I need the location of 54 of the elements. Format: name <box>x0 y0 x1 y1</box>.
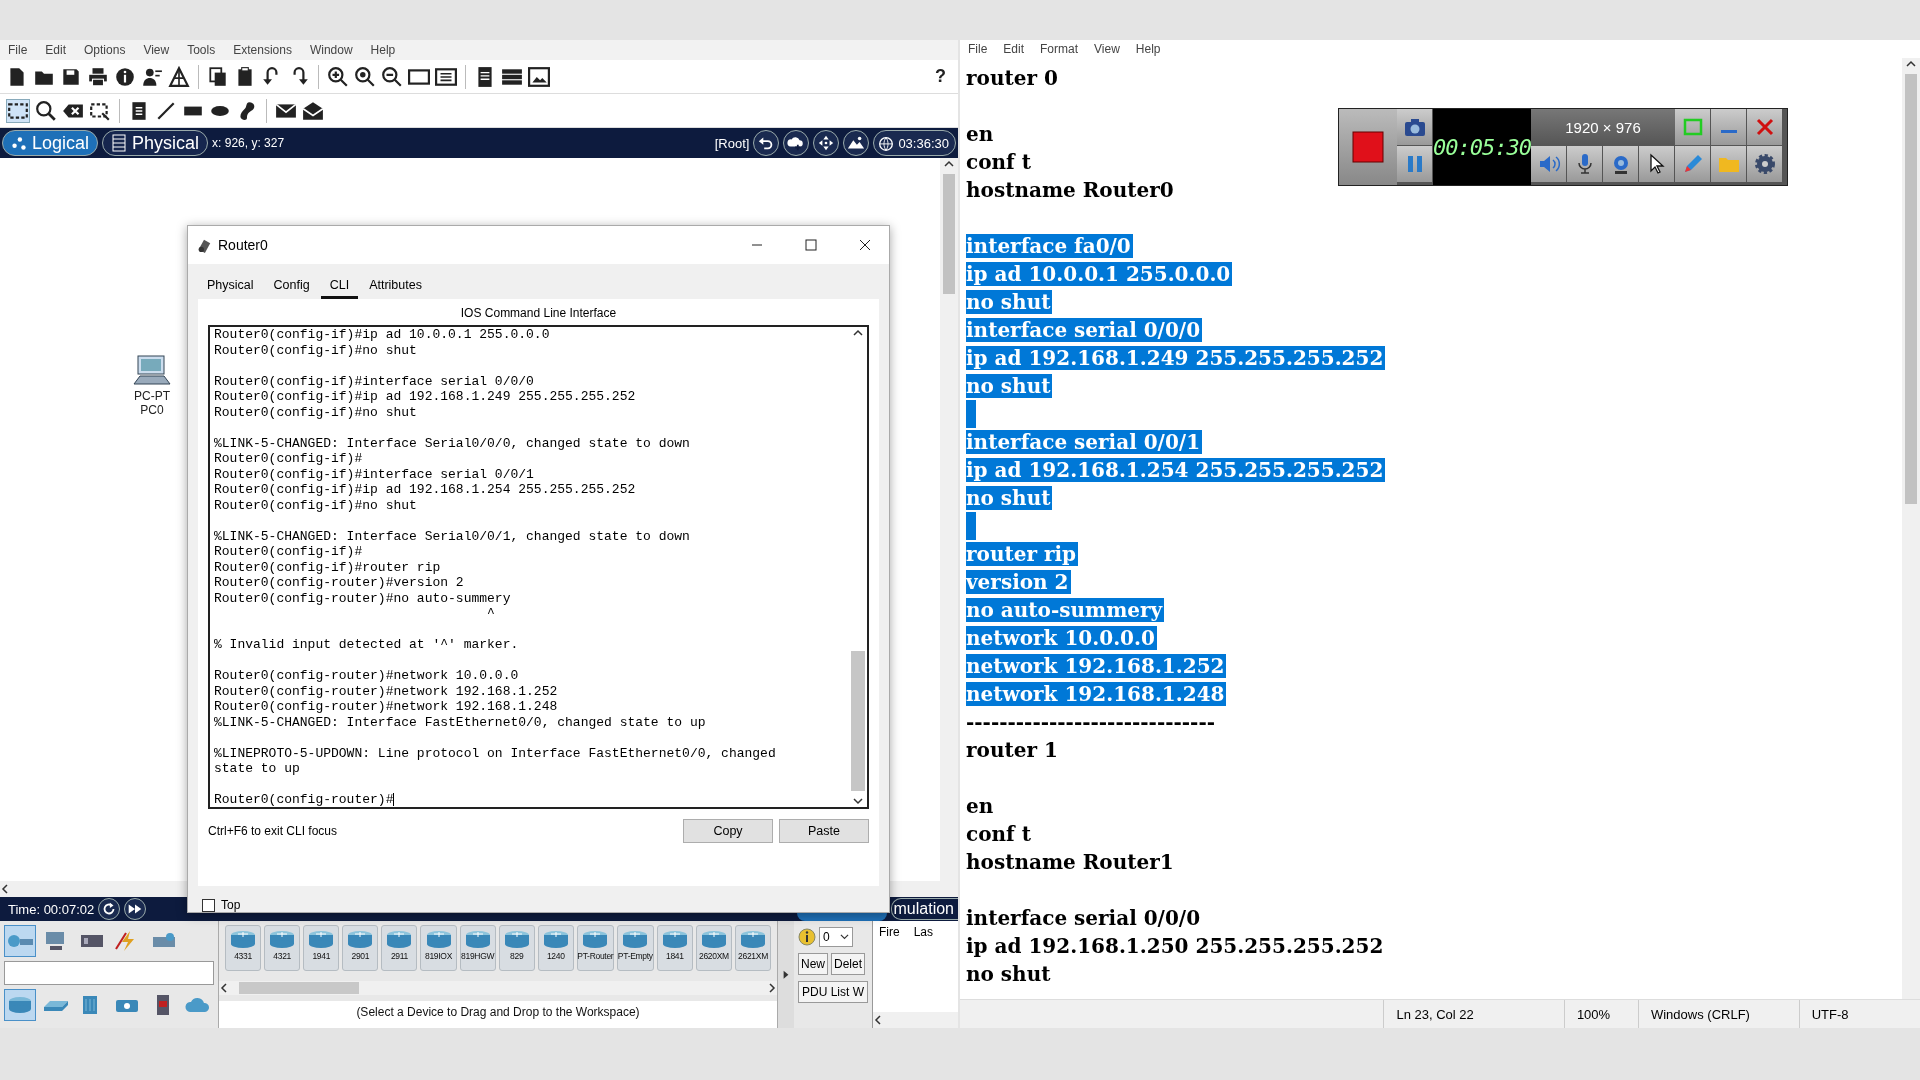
root-label: [Root] <box>714 135 750 151</box>
text-line: interface serial 0/0/0 <box>966 906 1202 930</box>
text-line: router 0 <box>966 66 1059 90</box>
terminal-line: Router0(config-router)#network 192.168.1.248 <box>214 699 559 715</box>
text-line: conf t <box>966 822 1032 846</box>
text-line: no shut <box>966 962 1052 986</box>
terminal-line: Router0(config-if)#ip ad 192.168.1.254 255.255.255.252 <box>214 482 637 498</box>
text-line: hostname Router1 <box>966 850 1175 874</box>
device-model: PC-PT <box>134 389 170 403</box>
column-header: Las <box>913 925 934 941</box>
terminal-line: Router0(config-router)#no auto-summery <box>214 590 512 606</box>
checkbox-label: Top <box>221 898 241 912</box>
hint-text: Ctrl+F6 to exit CLI focus <box>208 824 338 838</box>
terminal-line: Router0(config-router)#network 192.168.1.252 <box>214 683 559 699</box>
terminal-line: Router0(config-router)# <box>214 792 396 807</box>
terminal-line: %LINK-5-CHANGED: Interface Serial0/0/1, changed state to down <box>214 528 691 544</box>
terminal-line: Router0(config-if)#router rip <box>214 559 442 575</box>
terminal-line: Router0(config-if)#interface serial 0/0/1 <box>214 466 535 482</box>
terminal-line: Router0(config-if)#ip ad 192.168.1.249 255.255.255.252 <box>214 389 637 405</box>
terminal-line: %LINEPROTO-5-UPDOWN: Line protocol on Interface FastEthernet0/0, changed <box>214 745 777 761</box>
terminal-line: Router0(config-if)#no shut <box>214 404 418 420</box>
text-line: router 1 <box>966 738 1059 762</box>
terminal-line: Router0(config-if)#ip ad 10.0.0.1 255.0.0.0 <box>214 327 551 343</box>
terminal-line: %LINK-5-CHANGED: Interface FastEthernet0/0, changed state to up <box>214 714 707 730</box>
text-line: ip ad 192.168.1.250 255.255.255.252 <box>966 934 1385 958</box>
column-header: Fire <box>879 925 900 941</box>
cursor-coordinates: x: 926, y: 327 <box>212 136 286 150</box>
recording-resolution: 1920 × 976 <box>1531 109 1675 146</box>
recording-timer: 00:05:30 <box>1433 109 1531 185</box>
text-line: hostname Router0 <box>966 178 1175 202</box>
terminal-line: Router0(config-router)#network 10.0.0.0 <box>214 668 520 684</box>
status-text: 100% <box>1563 1000 1638 1028</box>
text-line: conf t <box>966 150 1032 174</box>
terminal-line: % Invalid input detected at '^' marker. <box>214 637 520 653</box>
terminal-line: Router0(config-if)#no shut <box>214 497 418 513</box>
terminal-line: %LINK-5-CHANGED: Interface Serial0/0/0, changed state to down <box>214 435 691 451</box>
status-text: Windows (CRLF) <box>1637 1000 1799 1028</box>
terminal-line: Router0(config-router)#version 2 <box>214 575 465 591</box>
device-name: PC0 <box>140 403 164 417</box>
status-text: Ln 23, Col 22 <box>1383 1000 1564 1028</box>
terminal-line: Router0(config-if)#no shut <box>214 342 418 358</box>
status-text: UTF-8 <box>1798 1000 1920 1028</box>
terminal-line: Router0(config-if)# <box>214 451 364 467</box>
simulation-time: Time: 00:07:02 <box>8 901 95 917</box>
panel-heading: IOS Command Line Interface <box>459 305 618 322</box>
device-hint: (Select a Device to Drag and Drop to the Workspace) <box>219 1001 777 1028</box>
terminal-line: Router0(config-if)#interface serial 0/0/0 <box>214 373 535 389</box>
terminal-line: ^ <box>486 606 496 622</box>
terminal-line: Router0(config-if)# <box>214 544 364 560</box>
window-title: Router0 <box>218 237 268 253</box>
text-line: en <box>966 794 995 818</box>
text-line: en <box>966 122 995 146</box>
text-line: ------------------------------ <box>966 710 1217 734</box>
terminal-line: state to up <box>214 761 301 777</box>
